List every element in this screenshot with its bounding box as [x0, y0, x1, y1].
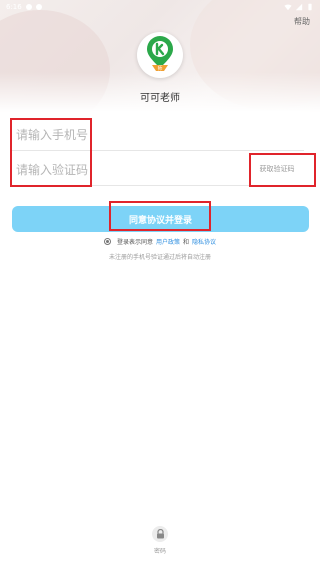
notification-icon-2	[35, 4, 42, 10]
status-time: 6:16	[6, 3, 22, 11]
agreement-conjunction: 和	[183, 239, 190, 246]
status-bar: 6:16	[0, 0, 320, 14]
agreement-checkbox[interactable]	[103, 238, 111, 245]
signal-icon	[295, 3, 303, 11]
app-logo-icon: 师	[147, 36, 173, 72]
agreement-prefix: 登录表示同意	[116, 239, 153, 246]
auto-register-note: 未注册的手机号验证通过后将自动注册	[108, 254, 211, 261]
notification-icon	[25, 4, 32, 10]
agree-and-login-button[interactable]: 同意协议并登录	[12, 206, 309, 232]
wifi-icon	[284, 4, 292, 11]
phone-field	[12, 119, 304, 151]
logo-badge-text: 师	[157, 65, 162, 72]
app-logo: 师	[137, 32, 183, 78]
agreement-row: 登录表示同意 用户政策和隐私协议	[0, 237, 320, 246]
user-policy-link[interactable]: 用户政策	[156, 237, 180, 246]
battery-icon	[308, 3, 312, 11]
help-link[interactable]: 帮助	[294, 16, 310, 27]
radio-check-icon	[105, 240, 109, 243]
privacy-policy-link[interactable]: 隐私协议	[192, 237, 216, 246]
get-code-button[interactable]: 获取验证码	[252, 158, 302, 180]
code-input[interactable]	[12, 162, 192, 177]
lock-icon	[156, 529, 164, 539]
app-name: 可可老师	[140, 93, 180, 104]
phone-input[interactable]	[12, 127, 192, 142]
lock-icon-wrapper	[152, 526, 168, 542]
password-login-label: 密码	[153, 548, 166, 555]
password-login-button[interactable]: 密码	[145, 526, 175, 562]
